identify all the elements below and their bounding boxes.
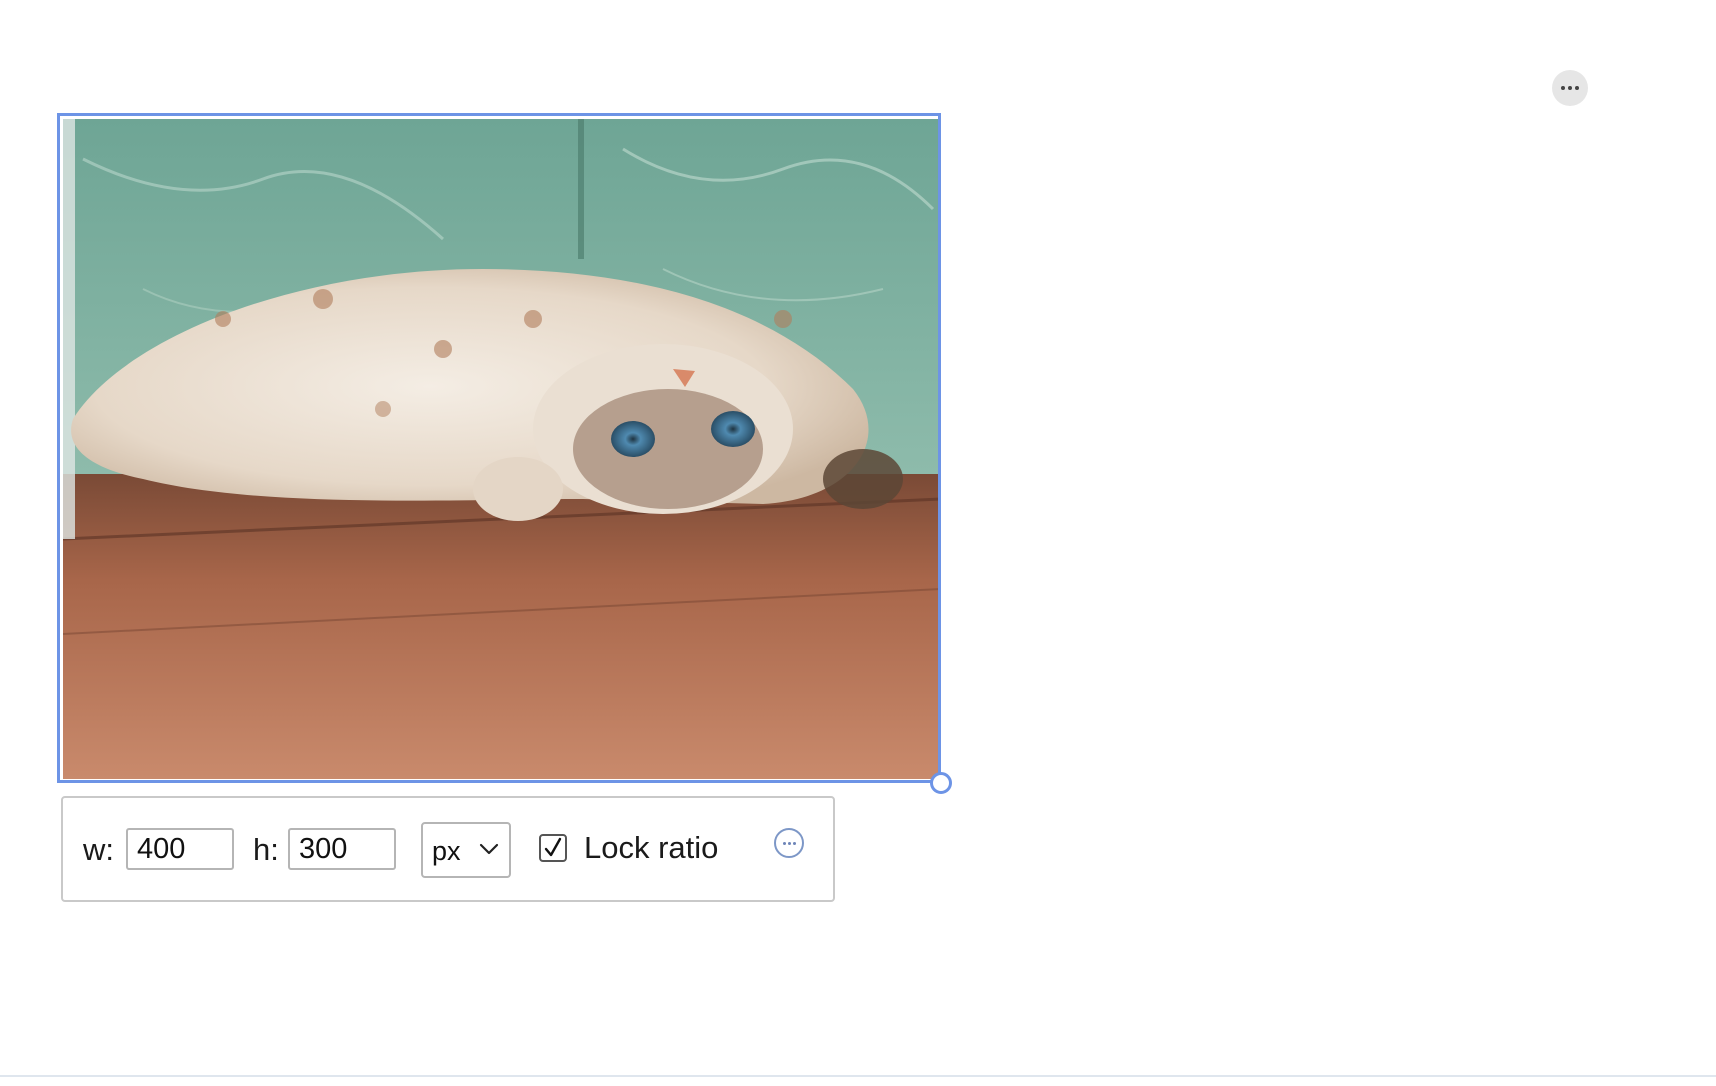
more-dot-icon — [1575, 86, 1579, 90]
cat-photo — [63, 119, 938, 779]
width-label: w: — [83, 832, 114, 867]
more-dot-icon — [1568, 86, 1572, 90]
height-input[interactable]: 300 — [288, 828, 396, 870]
more-dot-icon — [792, 841, 796, 845]
image-size-toolbar: w: 400 h: 300 px Lock ratio — [61, 796, 835, 902]
chevron-down-icon — [479, 843, 499, 855]
checkmark-icon — [544, 837, 562, 857]
more-dot-icon — [787, 841, 791, 845]
height-label: h: — [253, 832, 279, 867]
unit-select[interactable]: px — [421, 822, 511, 878]
lock-ratio-label[interactable]: Lock ratio — [584, 830, 718, 866]
lock-ratio-checkbox[interactable] — [539, 834, 567, 862]
resize-handle-icon[interactable] — [930, 772, 952, 794]
selected-image[interactable] — [57, 113, 941, 783]
more-dot-icon — [1561, 86, 1565, 90]
editor-page: w: 400 h: 300 px Lock ratio — [0, 0, 1716, 1086]
bottom-divider — [0, 1075, 1716, 1077]
unit-value: px — [432, 836, 461, 866]
width-input[interactable]: 400 — [126, 828, 234, 870]
more-horizontal-circle-icon[interactable] — [774, 828, 804, 858]
more-dot-icon — [782, 841, 786, 845]
more-options-button[interactable] — [1552, 70, 1588, 106]
